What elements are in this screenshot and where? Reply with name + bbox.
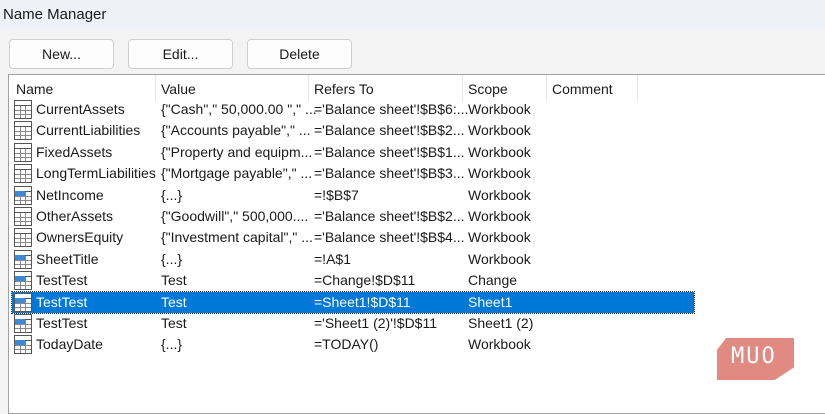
row-value: {"Property and equipm... [161,143,313,160]
row-name: FixedAssets [36,143,113,160]
named-range-icon [14,228,32,248]
row-refers-to: ='Balance sheet'!$B$3... [314,165,465,182]
row-scope: Change [468,272,518,289]
row-value: {"Goodwill"," 500,000.... [161,208,309,224]
row-refers-to: =Sheet1!$D$11 [314,293,411,310]
row-value: {...} [161,186,183,203]
table-row[interactable]: FixedAssets {"Property and equipm... ='B… [12,142,694,163]
named-cell-icon [14,271,32,291]
row-scope: Workbook [468,122,531,139]
row-scope: Workbook [468,101,531,117]
new-button[interactable]: New... [9,39,114,69]
list-header: Name Value Refers To Scope Comment [9,75,825,101]
row-refers-to: =Change!$D$11 [314,272,416,289]
row-value: Test [161,293,187,310]
table-row[interactable]: CurrentLiabilities {"Accounts payable","… [12,120,694,141]
table-row[interactable]: SheetTitle {...} =!A$1 Workbook [12,249,694,270]
row-name: OtherAssets [36,208,114,224]
column-header-value[interactable]: Value [161,81,196,97]
column-header-refers-to[interactable]: Refers To [314,81,374,97]
column-header-comment[interactable]: Comment [552,81,613,97]
column-header-scope[interactable]: Scope [468,81,508,97]
row-scope: Sheet1 (2) [468,315,534,331]
named-cell-icon [14,185,32,205]
row-scope: Workbook [468,208,531,224]
row-refers-to: =TODAY() [314,336,379,353]
table-row[interactable]: TestTest Test ='Sheet1 (2)'!$D$11 Sheet1… [12,313,694,334]
row-scope: Workbook [468,165,531,182]
delete-button[interactable]: Delete [247,39,352,69]
table-row[interactable]: OtherAssets {"Goodwill"," 500,000.... ='… [12,206,694,227]
row-value: Test [161,315,187,331]
row-refers-to: ='Balance sheet'!$B$6:... [314,101,469,117]
table-row[interactable]: NetIncome {...} =!$B$7 Workbook [12,185,694,206]
column-header-name[interactable]: Name [16,81,53,97]
table-row[interactable]: CurrentAssets {"Cash"," 50,000.00 "," ..… [12,99,694,120]
row-name: CurrentAssets [36,101,125,117]
row-value: Test [161,272,187,289]
named-cell-icon [14,314,32,333]
row-name: CurrentLiabilities [36,122,141,139]
named-range-icon [14,164,32,184]
edit-button[interactable]: Edit... [128,39,233,69]
row-value: {"Accounts payable"," ... [161,122,311,139]
row-refers-to: ='Sheet1 (2)'!$D$11 [314,315,437,331]
table-row[interactable]: TodayDate {...} =TODAY() Workbook [12,334,694,355]
named-range-icon [14,207,32,226]
muo-logo: MUO [717,338,794,380]
row-name: SheetTitle [36,250,99,267]
row-value: {...} [161,336,183,353]
row-value: {...} [161,250,183,267]
row-scope: Workbook [468,143,531,160]
dialog-title: Name Manager [3,6,107,23]
row-refers-to: ='Balance sheet'!$B$1... [314,143,465,160]
row-scope: Workbook [468,229,531,246]
row-refers-to: =!$B$7 [314,186,359,203]
named-range-icon [14,142,32,162]
row-refers-to: =!A$1 [314,250,351,267]
row-value: {"Cash"," 50,000.00 "," ... [161,101,317,117]
named-cell-icon [14,249,32,269]
row-name: TestTest [36,315,88,331]
row-name: NetIncome [36,186,104,203]
names-list[interactable]: Name Value Refers To Scope Comment Curre… [8,74,825,414]
row-name: TestTest [36,293,88,310]
row-value: {"Mortgage payable"," ... [161,165,313,182]
table-row[interactable]: OwnersEquity {"Investment capital"," ...… [12,227,694,248]
row-value: {"Investment capital"," ... [161,229,313,246]
row-scope: Sheet1 [468,293,513,310]
table-row[interactable]: TestTest Test =Change!$D$11 Change [12,270,694,291]
row-name: OwnersEquity [36,229,124,246]
row-refers-to: ='Balance sheet'!$B$2... [314,122,465,139]
row-refers-to: ='Balance sheet'!$B$2... [314,208,465,224]
row-scope: Workbook [468,250,531,267]
named-range-icon [14,100,32,119]
logo-text: MUO [731,344,777,369]
row-name: TestTest [36,272,88,289]
named-range-icon [14,121,32,141]
row-scope: Workbook [468,336,531,353]
named-cell-icon [14,292,32,312]
table-row[interactable]: TestTest Test =Sheet1!$D$11 Sheet1 [11,290,695,314]
row-scope: Workbook [468,186,531,203]
title-bar: Name Manager [0,0,825,29]
row-name: LongTermLiabilities [36,165,156,182]
row-refers-to: ='Balance sheet'!$B$4... [314,229,465,246]
named-cell-icon [14,335,32,355]
row-name: TodayDate [36,336,103,353]
table-row[interactable]: LongTermLiabilities {"Mortgage payable",… [12,163,694,184]
